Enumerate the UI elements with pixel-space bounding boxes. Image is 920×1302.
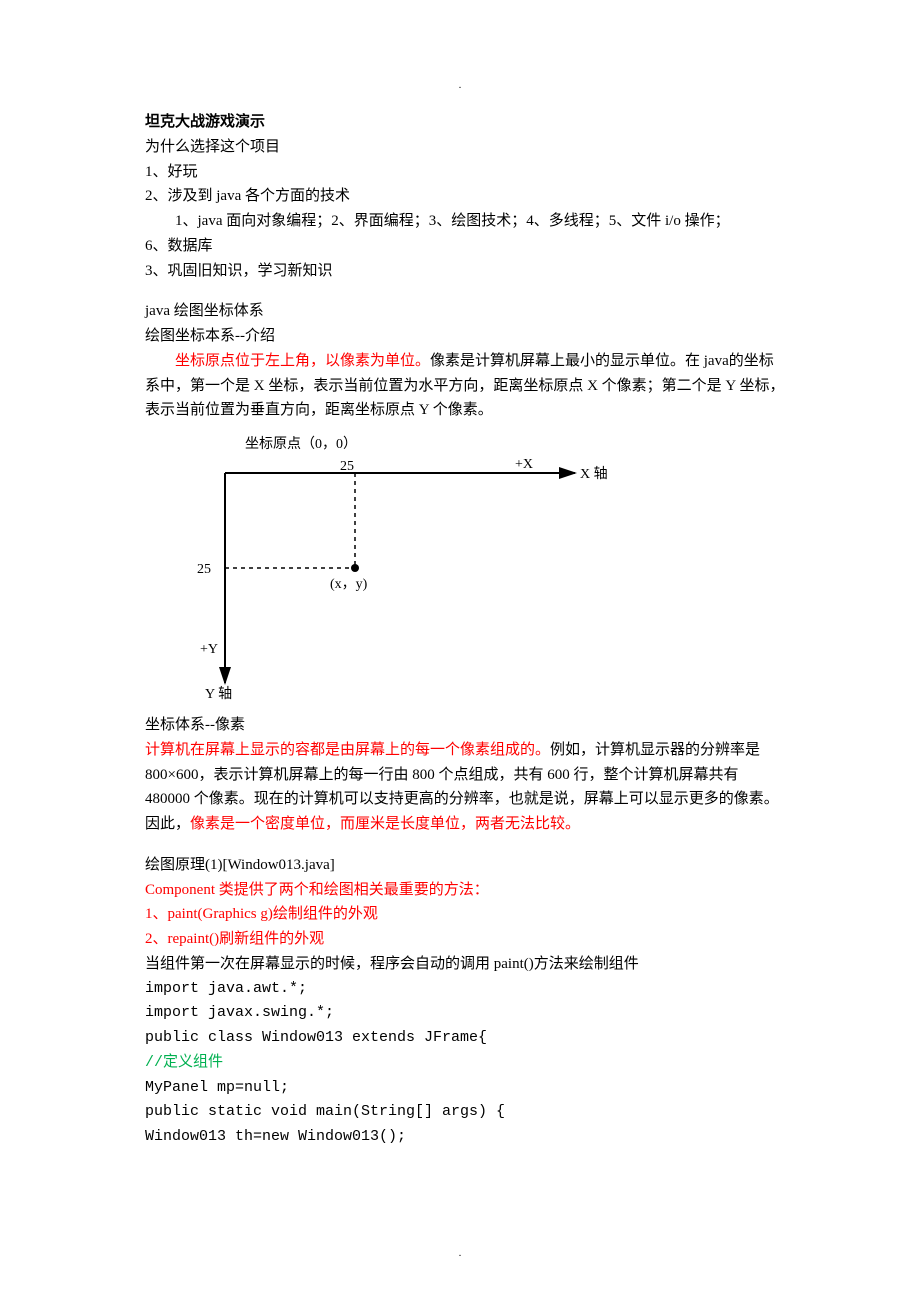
sec1-red: 坐标原点位于左上角，以像素为单位。 <box>175 353 430 369</box>
code-l3: public class Window013 extends JFrame{ <box>145 1026 785 1051</box>
intro-p2sub2: 6、数据库 <box>145 234 785 259</box>
header-dot: . <box>459 78 462 95</box>
diagram-25b: 25 <box>197 558 211 581</box>
diagram-plusy: +Y <box>200 638 218 661</box>
diagram-plusx: +X <box>515 453 533 476</box>
code-l4: //定义组件 <box>145 1051 785 1076</box>
sec3-r1: Component 类提供了两个和绘图相关最重要的方法： <box>145 878 785 903</box>
diagram-yaxis: Y 轴 <box>205 683 232 706</box>
diagram-svg <box>185 433 615 703</box>
sec3-r3: 2、repaint()刷新组件的外观 <box>145 927 785 952</box>
sec2-r1: 计算机在屏幕上显示的容都是由屏幕上的每一个像素组成的。 <box>145 742 550 758</box>
diagram-25a: 25 <box>340 455 354 478</box>
code-l5: MyPanel mp=null; <box>145 1076 785 1101</box>
sec1-h1: java 绘图坐标体系 <box>145 299 785 324</box>
diagram-xy: (x，y) <box>330 573 367 596</box>
code-l7: Window013 th=new Window013(); <box>145 1125 785 1150</box>
sec1-para: 坐标原点位于左上角，以像素为单位。像素是计算机屏幕上最小的显示单位。在 java… <box>145 349 785 423</box>
intro-p3: 3、巩固旧知识，学习新知识 <box>145 259 785 284</box>
intro-question: 为什么选择这个项目 <box>145 135 785 160</box>
diagram-xaxis: X 轴 <box>580 463 608 486</box>
title: 坦克大战游戏演示 <box>145 110 785 135</box>
code-l6: public static void main(String[] args) { <box>145 1100 785 1125</box>
code-l1: import java.awt.*; <box>145 977 785 1002</box>
intro-p2sub: 1、java 面向对象编程；2、界面编程；3、绘图技术；4、多线程；5、文件 i… <box>145 209 785 234</box>
code-l2: import javax.swing.*; <box>145 1001 785 1026</box>
sec3-r2: 1、paint(Graphics g)绘制组件的外观 <box>145 902 785 927</box>
sec2-r2: 像素是一个密度单位，而厘米是长度单位，两者无法比较。 <box>190 816 580 832</box>
sec3-t1: 当组件第一次在屏幕显示的时候，程序会自动的调用 paint()方法来绘制组件 <box>145 952 785 977</box>
footer-dot: . <box>459 1246 462 1263</box>
diagram-origin: 坐标原点（0，0） <box>245 433 357 456</box>
sec1-h2: 绘图坐标本系--介绍 <box>145 324 785 349</box>
sec2-h: 坐标体系--像素 <box>145 713 785 738</box>
coord-diagram: 坐标原点（0，0） 25 +X X 轴 25 (x，y) +Y Y 轴 <box>185 433 615 703</box>
intro-p1: 1、好玩 <box>145 160 785 185</box>
intro-p2: 2、涉及到 java 各个方面的技术 <box>145 184 785 209</box>
sec2-para: 计算机在屏幕上显示的容都是由屏幕上的每一个像素组成的。例如，计算机显示器的分辨率… <box>145 738 785 837</box>
document-page: . 坦克大战游戏演示 为什么选择这个项目 1、好玩 2、涉及到 java 各个方… <box>0 0 920 1302</box>
sec3-h: 绘图原理(1)[Window013.java] <box>145 853 785 878</box>
